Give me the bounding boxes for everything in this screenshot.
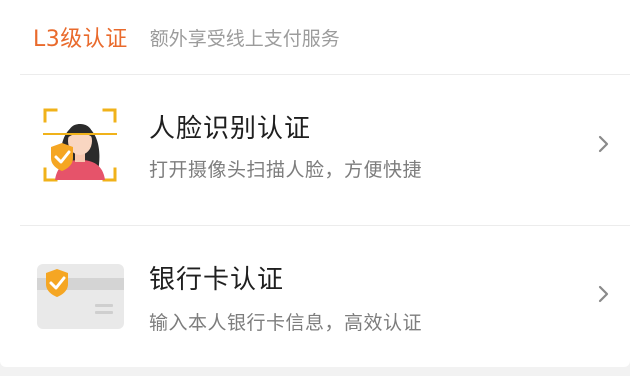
face-recognition-description: 打开摄像头扫描人脸，方便快捷 xyxy=(149,159,423,181)
bank-card-item[interactable]: 银行卡认证 输入本人银行卡信息，高效认证 xyxy=(0,226,630,376)
bank-card-icon xyxy=(37,264,125,334)
bank-card-description: 输入本人银行卡信息，高效认证 xyxy=(149,312,423,334)
chevron-right-icon xyxy=(598,135,610,157)
level-description: 额外享受线上支付服务 xyxy=(149,27,340,50)
bank-card-title: 银行卡认证 xyxy=(149,265,285,295)
chevron-right-icon xyxy=(598,285,610,307)
face-scan-icon xyxy=(40,105,120,189)
level-title: L3级认证 xyxy=(33,27,128,52)
face-recognition-title: 人脸识别认证 xyxy=(149,114,312,144)
verification-card: L3级认证 额外享受线上支付服务 人脸识别认证 打开摄像头扫描人脸，方便快捷 银… xyxy=(0,0,630,367)
face-recognition-item[interactable]: 人脸识别认证 打开摄像头扫描人脸，方便快捷 xyxy=(0,75,630,225)
level-header: L3级认证 额外享受线上支付服务 xyxy=(0,0,630,74)
